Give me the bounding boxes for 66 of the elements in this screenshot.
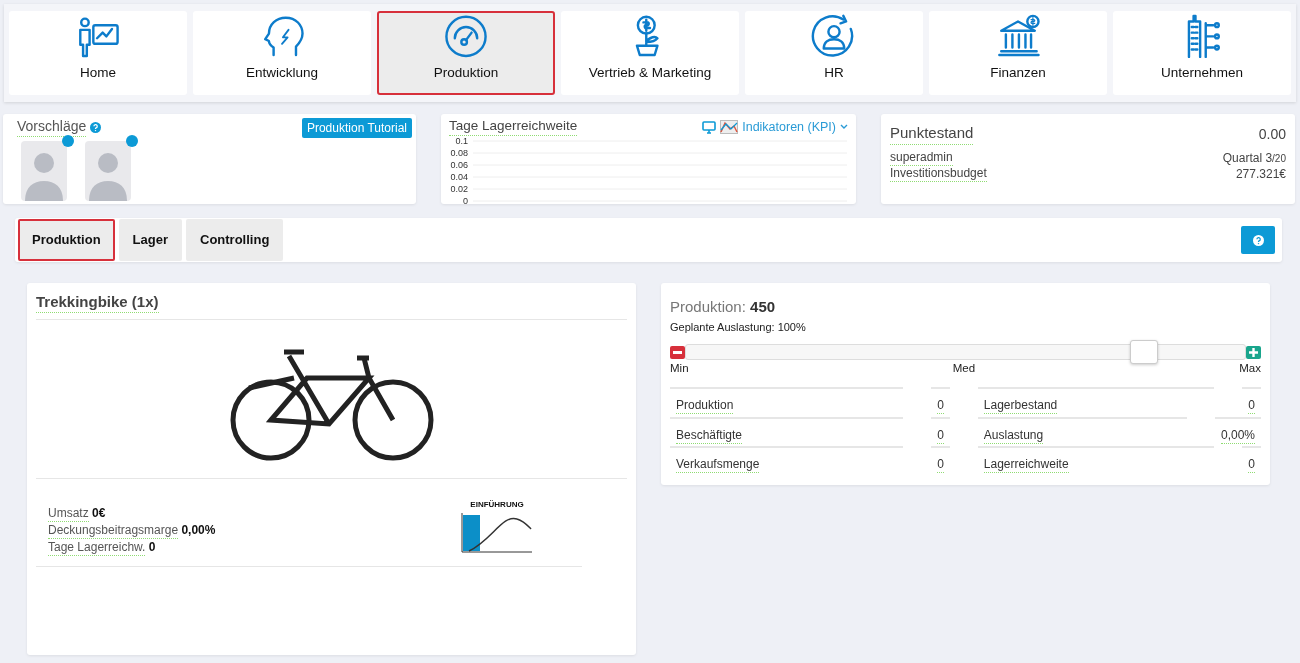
lifecycle-curve-drawing — [461, 510, 533, 553]
photo-placeholder[interactable] — [85, 140, 131, 201]
metric-label: Lagerreichweite — [983, 457, 1069, 474]
help-button[interactable] — [1241, 226, 1275, 254]
production-value: 450 — [750, 298, 776, 315]
tab[interactable]: Produktion — [18, 219, 115, 261]
axis-label: 0.02 — [450, 183, 468, 194]
axis-label: 0.06 — [450, 159, 468, 170]
planned-utilization-text: Geplante Auslastung: 100% — [670, 319, 807, 335]
metric-value: 0 — [1248, 457, 1255, 474]
score-value: 0.00 — [1258, 125, 1286, 144]
gauge-icon — [442, 14, 490, 59]
metric-value: 0 — [937, 427, 944, 444]
minus-icon — [673, 350, 682, 354]
info-value: 277.321€ — [1235, 166, 1286, 183]
info-value: Quartal 3/20 — [1222, 150, 1286, 167]
tab[interactable]: Lager — [118, 219, 182, 261]
stat-label: Umsatz — [48, 505, 89, 522]
metric-label: Beschäftigte — [676, 427, 743, 444]
stat-value: 0€ — [92, 505, 106, 520]
score-title: Punktestand — [890, 124, 974, 145]
status-dot — [126, 134, 138, 147]
status-dot — [62, 134, 74, 147]
photo-placeholder[interactable] — [21, 140, 67, 201]
production-label: Produktion: — [670, 298, 746, 315]
monitor-icon[interactable] — [702, 120, 717, 134]
nav-tile[interactable]: Vertrieb & Marketing — [561, 11, 739, 95]
stat-value: 0,00% — [181, 522, 216, 537]
plus-button[interactable] — [1246, 345, 1261, 359]
axis-label: 0.08 — [450, 147, 468, 158]
nav-tile[interactable]: Unternehmen — [1113, 11, 1291, 95]
slider-mid-label: Med — [952, 361, 976, 376]
stat-label: Tage Lagerreichw. — [48, 539, 146, 556]
nav-tile[interactable]: Entwicklung — [193, 11, 371, 95]
stat-value: 0 — [148, 539, 156, 554]
stat-label: Deckungsbeitragsmarge — [48, 522, 179, 539]
metric-label: Verkaufsmenge — [676, 457, 760, 474]
slider-min-label: Min — [670, 361, 689, 376]
plus-icon — [1249, 347, 1258, 357]
axis-label: 0 — [463, 195, 468, 206]
info-label: Investitionsbudget — [890, 166, 987, 183]
info-label: superadmin — [890, 150, 953, 167]
tab[interactable]: Controlling — [186, 219, 284, 261]
chart-title: Tage Lagerreichweite — [449, 118, 578, 137]
metric-value: 0 — [937, 398, 944, 415]
metric-value: 0 — [1248, 398, 1255, 415]
nav-tile[interactable]: Produktion — [377, 11, 555, 95]
axis-label: 0.1 — [455, 136, 468, 146]
metric-label: Produktion — [676, 398, 734, 415]
metric-value: 0,00% — [1221, 427, 1255, 444]
help-icon[interactable] — [90, 121, 102, 133]
metric-label: Lagerbestand — [983, 398, 1058, 415]
nav-tile[interactable]: Home — [9, 11, 187, 95]
nav-tile[interactable]: HR — [745, 11, 923, 95]
metric-label: Auslastung — [983, 427, 1044, 444]
product-title: Trekkingbike (1x) — [36, 293, 159, 313]
nav-tile[interactable]: Finanzen — [929, 11, 1107, 95]
help-icon — [1252, 234, 1264, 246]
chevron-down-icon[interactable] — [840, 124, 848, 131]
metric-value: 0 — [937, 457, 944, 474]
axis-label: 0.04 — [450, 171, 468, 182]
minus-button[interactable] — [670, 345, 685, 359]
slider-max-label: Max — [1239, 361, 1261, 376]
slider-thumb[interactable] — [1130, 340, 1159, 364]
lifecycle-label: EINFÜHRUNG — [470, 498, 524, 511]
line-chart-icon[interactable] — [720, 120, 739, 135]
